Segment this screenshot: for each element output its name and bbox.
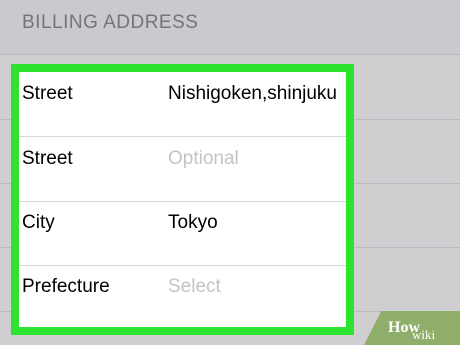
city-input[interactable]: Tokyo xyxy=(168,212,346,234)
section-title: BILLING ADDRESS xyxy=(22,12,199,33)
street-2-input[interactable]: Optional xyxy=(168,148,346,170)
highlighted-address-form: Street Nishigoken,shinjuku Street Option… xyxy=(11,64,354,335)
watermark-small-text: wiki xyxy=(412,327,436,342)
street-2-row[interactable]: Street Optional xyxy=(19,137,346,202)
street-row[interactable]: Street Nishigoken,shinjuku xyxy=(19,72,346,137)
billing-address-header: BILLING ADDRESS xyxy=(0,0,460,55)
street-input[interactable]: Nishigoken,shinjuku xyxy=(168,83,346,105)
street-label: Street xyxy=(22,83,73,104)
street-2-label: Street xyxy=(22,148,73,169)
city-row[interactable]: City Tokyo xyxy=(19,201,346,266)
prefecture-row[interactable]: Prefecture Select xyxy=(19,265,346,327)
city-label: City xyxy=(22,212,55,233)
prefecture-select[interactable]: Select xyxy=(168,276,346,298)
prefecture-label: Prefecture xyxy=(22,276,110,297)
